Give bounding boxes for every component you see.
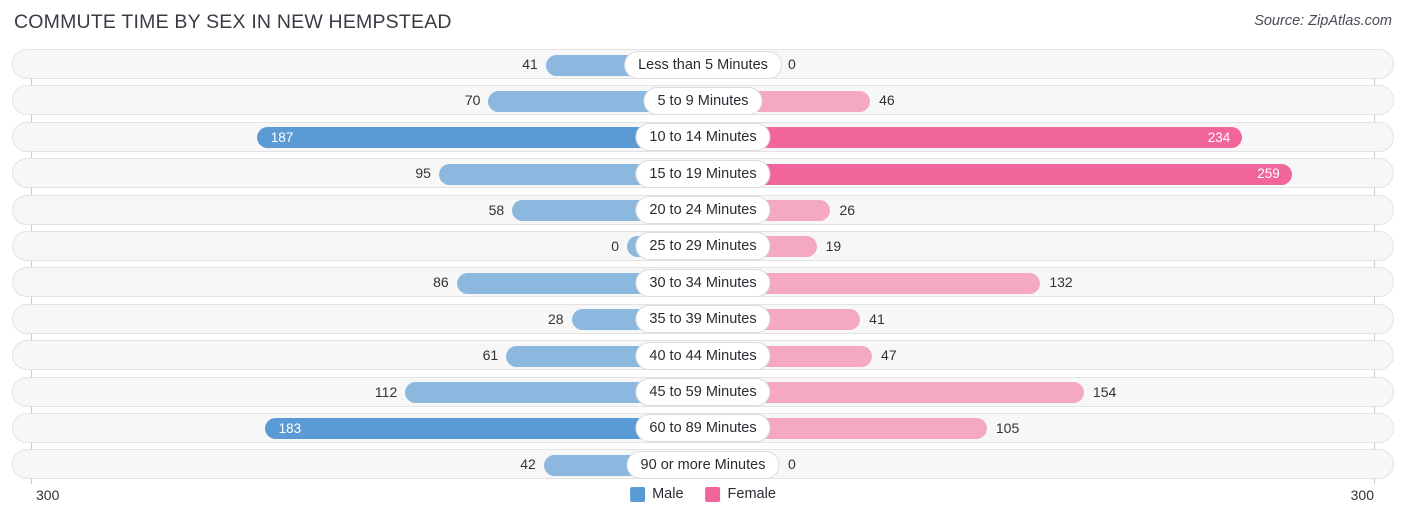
male-value-label: 41: [522, 56, 538, 72]
female-value-label: 0: [788, 456, 796, 473]
bar-rows: 41 0 Less than 5 Minutes 70 46 5 to 9 Minutes…: [0, 46, 1406, 483]
category-label-pill: 30 to 34 Minutes: [635, 268, 771, 297]
row-bars: 187 234 10 to 14 Minutes: [0, 119, 1406, 155]
legend-label: Male: [652, 486, 684, 502]
plot-area: 41 0 Less than 5 Minutes 70 46 5 to 9 Minutes…: [0, 46, 1406, 484]
chart-header: COMMUTE TIME BY SEX IN NEW HEMPSTEAD Sou…: [0, 0, 1406, 46]
male-value-label: 183: [278, 420, 302, 436]
category-label-pill: 90 or more Minutes: [626, 450, 780, 479]
bar-row: 86 132 30 to 34 Minutes: [0, 264, 1406, 300]
bar-row: 112 154 45 to 59 Minutes: [0, 374, 1406, 410]
female-bar[interactable]: [703, 163, 1292, 185]
chart-footer: 300 300 Male Female: [0, 483, 1406, 523]
female-value-label: 259: [1257, 166, 1280, 182]
legend-swatch-icon: [705, 486, 721, 502]
category-label-pill: 60 to 89 Minutes: [635, 414, 771, 443]
female-value-label: 0: [788, 56, 796, 72]
bar-row: 41 0 Less than 5 Minutes: [0, 46, 1406, 82]
male-value-label: 61: [482, 347, 499, 364]
female-value-label: 41: [869, 310, 885, 327]
category-label-pill: 45 to 59 Minutes: [635, 378, 771, 407]
male-value-label: 58: [488, 201, 505, 218]
row-bars: 42 0 90 or more Minutes: [0, 446, 1406, 482]
legend-item[interactable]: Female: [705, 486, 776, 502]
female-value-label: 154: [1092, 383, 1117, 400]
bar-row: 183 105 60 to 89 Minutes: [0, 410, 1406, 446]
legend-item[interactable]: Male: [630, 486, 684, 502]
category-label-pill: 5 to 9 Minutes: [643, 86, 763, 115]
bar-row: 95 259 15 to 19 Minutes: [0, 155, 1406, 191]
commute-time-bar-chart: COMMUTE TIME BY SEX IN NEW HEMPSTEAD Sou…: [0, 0, 1406, 523]
row-bars: 112 154 45 to 59 Minutes: [0, 374, 1406, 410]
bar-row: 42 0 90 or more Minutes: [0, 446, 1406, 482]
category-label-pill: 40 to 44 Minutes: [635, 341, 771, 370]
female-value-label: 105: [995, 419, 1020, 436]
bar-row: 70 46 5 to 9 Minutes: [0, 82, 1406, 118]
row-bars: 0 19 25 to 29 Minutes: [0, 228, 1406, 264]
category-label-pill: 10 to 14 Minutes: [635, 123, 771, 152]
row-bars: 183 105 60 to 89 Minutes: [0, 410, 1406, 446]
legend-swatch-icon: [630, 486, 646, 502]
male-value-label: 42: [520, 456, 536, 473]
axis-max-right: 300: [1350, 487, 1374, 503]
category-label-pill: Less than 5 Minutes: [624, 50, 782, 79]
source-attribution: Source: ZipAtlas.com: [1254, 13, 1392, 29]
bar-row: 28 41 35 to 39 Minutes: [0, 301, 1406, 337]
male-value-label: 0: [611, 237, 619, 254]
row-bars: 95 259 15 to 19 Minutes: [0, 155, 1406, 191]
row-bars: 86 132 30 to 34 Minutes: [0, 264, 1406, 300]
row-bars: 58 26 20 to 24 Minutes: [0, 192, 1406, 228]
male-value-label: 28: [547, 310, 564, 327]
female-value-label: 46: [879, 92, 895, 109]
bar-row: 61 47 40 to 44 Minutes: [0, 337, 1406, 373]
male-value-label: 112: [374, 383, 398, 400]
bar-row: 0 19 25 to 29 Minutes: [0, 228, 1406, 264]
female-bar[interactable]: [703, 127, 1243, 149]
row-bars: 70 46 5 to 9 Minutes: [0, 82, 1406, 118]
legend-label: Female: [727, 486, 776, 502]
category-label-pill: 15 to 19 Minutes: [635, 159, 771, 188]
category-label-pill: 35 to 39 Minutes: [635, 305, 771, 334]
category-label-pill: 20 to 24 Minutes: [635, 196, 771, 225]
row-bars: 28 41 35 to 39 Minutes: [0, 301, 1406, 337]
page-title: COMMUTE TIME BY SEX IN NEW HEMPSTEAD: [14, 11, 452, 33]
female-value-label: 234: [1207, 129, 1231, 145]
row-bars: 41 0 Less than 5 Minutes: [0, 46, 1406, 82]
male-value-label: 86: [433, 274, 449, 291]
bar-row: 187 234 10 to 14 Minutes: [0, 119, 1406, 155]
male-value-label: 187: [270, 129, 294, 145]
female-value-label: 19: [825, 237, 842, 254]
category-label-pill: 25 to 29 Minutes: [635, 232, 771, 261]
female-value-label: 132: [1049, 274, 1073, 291]
female-value-label: 47: [881, 347, 897, 364]
bar-row: 58 26 20 to 24 Minutes: [0, 192, 1406, 228]
chart-legend: Male Female: [630, 486, 776, 502]
male-value-label: 95: [415, 165, 431, 182]
row-bars: 61 47 40 to 44 Minutes: [0, 337, 1406, 373]
male-value-label: 70: [464, 92, 481, 109]
female-value-label: 26: [839, 201, 856, 218]
axis-max-left: 300: [36, 487, 60, 503]
